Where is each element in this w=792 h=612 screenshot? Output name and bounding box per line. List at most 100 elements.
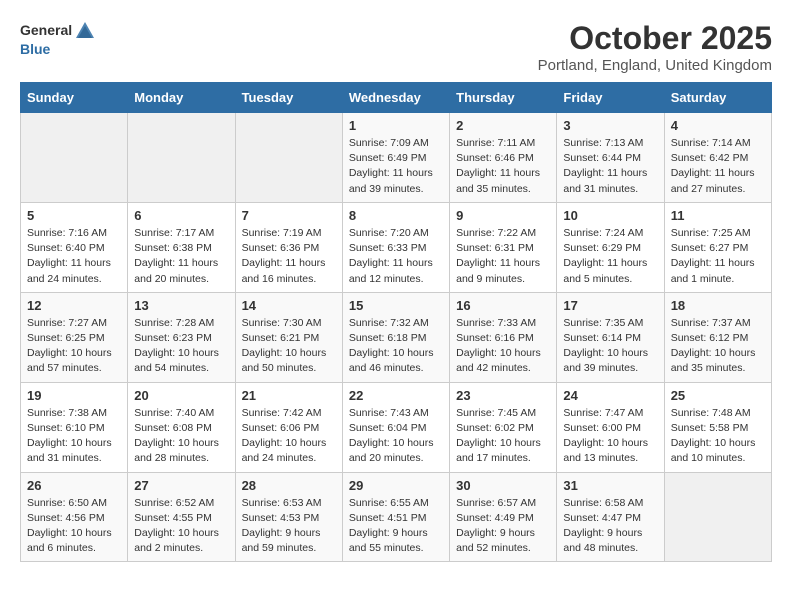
calendar-cell: 27 Sunrise: 6:52 AMSunset: 4:55 PMDayligh… [128, 472, 235, 562]
day-info: Sunrise: 7:35 AMSunset: 6:14 PMDaylight:… [563, 316, 657, 377]
calendar-cell: 22 Sunrise: 7:43 AMSunset: 6:04 PMDayligh… [342, 382, 449, 472]
calendar-week-3: 12 Sunrise: 7:27 AMSunset: 6:25 PMDayligh… [21, 292, 772, 382]
calendar-cell: 17 Sunrise: 7:35 AMSunset: 6:14 PMDayligh… [557, 292, 664, 382]
calendar-cell: 10 Sunrise: 7:24 AMSunset: 6:29 PMDayligh… [557, 202, 664, 292]
day-info: Sunrise: 7:43 AMSunset: 6:04 PMDaylight:… [349, 406, 443, 467]
day-info: Sunrise: 6:57 AMSunset: 4:49 PMDaylight:… [456, 496, 550, 557]
calendar-cell: 15 Sunrise: 7:32 AMSunset: 6:18 PMDayligh… [342, 292, 449, 382]
calendar-cell: 9 Sunrise: 7:22 AMSunset: 6:31 PMDaylight… [450, 202, 557, 292]
day-number: 9 [456, 208, 550, 223]
header-wednesday: Wednesday [342, 83, 449, 113]
calendar-cell: 7 Sunrise: 7:19 AMSunset: 6:36 PMDaylight… [235, 202, 342, 292]
day-number: 24 [563, 388, 657, 403]
day-number: 22 [349, 388, 443, 403]
day-info: Sunrise: 7:45 AMSunset: 6:02 PMDaylight:… [456, 406, 550, 467]
day-info: Sunrise: 7:30 AMSunset: 6:21 PMDaylight:… [242, 316, 336, 377]
day-number: 13 [134, 298, 228, 313]
header-sunday: Sunday [21, 83, 128, 113]
day-number: 1 [349, 118, 443, 133]
calendar-cell: 5Sunrise: 7:16 AMSunset: 6:40 PMDaylight… [21, 202, 128, 292]
day-info: Sunrise: 7:24 AMSunset: 6:29 PMDaylight:… [563, 226, 657, 287]
calendar-cell: 11Sunrise: 7:25 AMSunset: 6:27 PMDayligh… [664, 202, 771, 292]
day-number: 14 [242, 298, 336, 313]
day-number: 21 [242, 388, 336, 403]
page-header: General Blue October 2025 Portland, Engl… [20, 20, 772, 74]
calendar-cell: 26Sunrise: 6:50 AMSunset: 4:56 PMDayligh… [21, 472, 128, 562]
day-number: 8 [349, 208, 443, 223]
day-number: 30 [456, 478, 550, 493]
day-number: 29 [349, 478, 443, 493]
calendar-cell: 28Sunrise: 6:53 AMSunset: 4:53 PMDayligh… [235, 472, 342, 562]
calendar-cell: 31 Sunrise: 6:58 AMSunset: 4:47 PMDayligh… [557, 472, 664, 562]
day-info: Sunrise: 7:33 AMSunset: 6:16 PMDaylight:… [456, 316, 550, 377]
calendar-cell: 14 Sunrise: 7:30 AMSunset: 6:21 PMDayligh… [235, 292, 342, 382]
day-number: 20 [134, 388, 228, 403]
day-info: Sunrise: 7:40 AMSunset: 6:08 PMDaylight:… [134, 406, 228, 467]
day-info: Sunrise: 7:32 AMSunset: 6:18 PMDaylight:… [349, 316, 443, 377]
location-subtitle: Portland, England, United Kingdom [538, 57, 772, 74]
day-info: Sunrise: 7:19 AMSunset: 6:36 PMDaylight:… [242, 226, 336, 287]
calendar-cell: 23 Sunrise: 7:45 AMSunset: 6:02 PMDayligh… [450, 382, 557, 472]
calendar-cell: 20 Sunrise: 7:40 AMSunset: 6:08 PMDayligh… [128, 382, 235, 472]
calendar-cell: 13Sunrise: 7:28 AMSunset: 6:23 PMDayligh… [128, 292, 235, 382]
calendar-week-2: 5Sunrise: 7:16 AMSunset: 6:40 PMDaylight… [21, 202, 772, 292]
calendar-cell [128, 113, 235, 203]
calendar-table: SundayMondayTuesdayWednesdayThursdayFrid… [20, 82, 772, 562]
logo-icon [74, 20, 96, 42]
calendar-cell: 1 Sunrise: 7:09 AMSunset: 6:49 PMDaylight… [342, 113, 449, 203]
calendar-cell: 4Sunrise: 7:14 AMSunset: 6:42 PMDaylight… [664, 113, 771, 203]
day-number: 7 [242, 208, 336, 223]
month-title: October 2025 [538, 20, 772, 57]
calendar-cell: 8Sunrise: 7:20 AMSunset: 6:33 PMDaylight… [342, 202, 449, 292]
calendar-cell: 3Sunrise: 7:13 AMSunset: 6:44 PMDaylight… [557, 113, 664, 203]
logo: General Blue [20, 20, 96, 57]
header-friday: Friday [557, 83, 664, 113]
day-number: 28 [242, 478, 336, 493]
header-monday: Monday [128, 83, 235, 113]
header-thursday: Thursday [450, 83, 557, 113]
calendar-week-4: 19 Sunrise: 7:38 AMSunset: 6:10 PMDayligh… [21, 382, 772, 472]
title-section: October 2025 Portland, England, United K… [538, 20, 772, 74]
calendar-cell: 18Sunrise: 7:37 AMSunset: 6:12 PMDayligh… [664, 292, 771, 382]
logo-general-text: General [20, 23, 72, 38]
calendar-cell: 24 Sunrise: 7:47 AMSunset: 6:00 PMDayligh… [557, 382, 664, 472]
day-number: 11 [671, 208, 765, 223]
day-info: Sunrise: 6:50 AMSunset: 4:56 PMDaylight:… [27, 496, 121, 557]
day-info: Sunrise: 6:52 AMSunset: 4:55 PMDaylight:… [134, 496, 228, 557]
day-info: Sunrise: 7:27 AMSunset: 6:25 PMDaylight:… [27, 316, 121, 377]
day-info: Sunrise: 7:11 AMSunset: 6:46 PMDaylight:… [456, 136, 550, 197]
day-number: 15 [349, 298, 443, 313]
day-number: 25 [671, 388, 765, 403]
day-info: Sunrise: 7:38 AMSunset: 6:10 PMDaylight:… [27, 406, 121, 467]
day-number: 3 [563, 118, 657, 133]
calendar-cell: 16 Sunrise: 7:33 AMSunset: 6:16 PMDayligh… [450, 292, 557, 382]
calendar-cell [21, 113, 128, 203]
logo-blue-text: Blue [20, 42, 50, 57]
calendar-cell: 19 Sunrise: 7:38 AMSunset: 6:10 PMDayligh… [21, 382, 128, 472]
day-number: 31 [563, 478, 657, 493]
calendar-cell: 6 Sunrise: 7:17 AMSunset: 6:38 PMDaylight… [128, 202, 235, 292]
day-number: 19 [27, 388, 121, 403]
day-info: Sunrise: 7:17 AMSunset: 6:38 PMDaylight:… [134, 226, 228, 287]
calendar-cell: 29Sunrise: 6:55 AMSunset: 4:51 PMDayligh… [342, 472, 449, 562]
day-number: 17 [563, 298, 657, 313]
calendar-cell: 30 Sunrise: 6:57 AMSunset: 4:49 PMDayligh… [450, 472, 557, 562]
day-info: Sunrise: 7:42 AMSunset: 6:06 PMDaylight:… [242, 406, 336, 467]
day-number: 18 [671, 298, 765, 313]
day-info: Sunrise: 7:48 AMSunset: 5:58 PMDaylight:… [671, 406, 765, 467]
day-info: Sunrise: 7:09 AMSunset: 6:49 PMDaylight:… [349, 136, 443, 197]
day-number: 10 [563, 208, 657, 223]
calendar-cell [664, 472, 771, 562]
day-info: Sunrise: 7:22 AMSunset: 6:31 PMDaylight:… [456, 226, 550, 287]
day-info: Sunrise: 6:58 AMSunset: 4:47 PMDaylight:… [563, 496, 657, 557]
day-number: 5 [27, 208, 121, 223]
day-number: 16 [456, 298, 550, 313]
calendar-cell: 21 Sunrise: 7:42 AMSunset: 6:06 PMDayligh… [235, 382, 342, 472]
calendar-header-row: SundayMondayTuesdayWednesdayThursdayFrid… [21, 83, 772, 113]
day-number: 23 [456, 388, 550, 403]
calendar-cell: 25 Sunrise: 7:48 AMSunset: 5:58 PMDayligh… [664, 382, 771, 472]
day-number: 6 [134, 208, 228, 223]
day-info: Sunrise: 7:47 AMSunset: 6:00 PMDaylight:… [563, 406, 657, 467]
day-number: 12 [27, 298, 121, 313]
day-number: 27 [134, 478, 228, 493]
